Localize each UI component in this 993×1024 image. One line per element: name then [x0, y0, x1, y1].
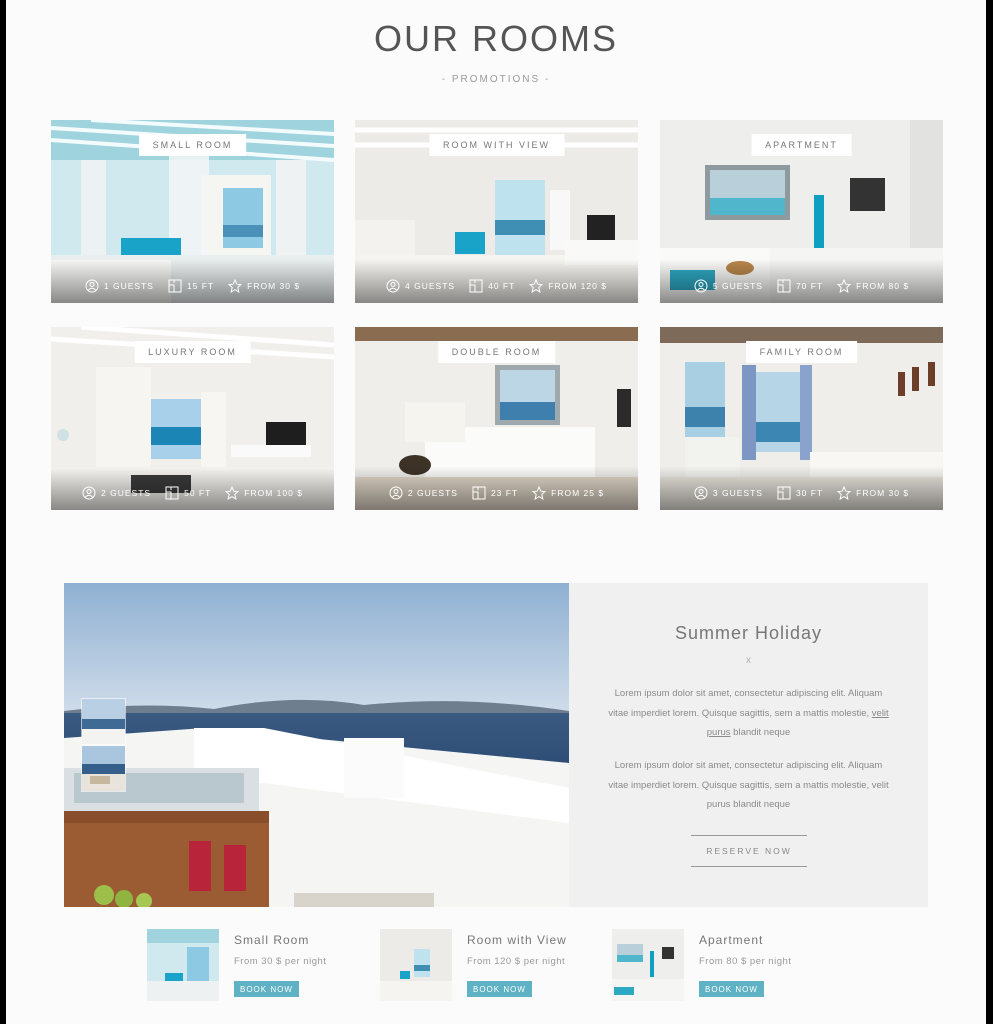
- guests-count: 3 GUESTS: [712, 488, 763, 498]
- promo-paragraph-1: Lorem ipsum dolor sit amet, consectetur …: [607, 684, 890, 743]
- room-card-room-with-view[interactable]: ROOM WITH VIEW 4 GUESTS 40 FT FROM 120 $: [355, 120, 638, 303]
- featured-room-name[interactable]: Small Room: [234, 933, 309, 947]
- guests-count: 5 GUESTS: [712, 281, 763, 291]
- user-circle-icon: [389, 486, 403, 500]
- user-circle-icon: [85, 279, 99, 293]
- room-thumbnail: [380, 929, 452, 1001]
- room-size: 23 FT: [490, 488, 519, 498]
- room-info-bar: 3 GUESTS 30 FT FROM 30 $: [660, 466, 943, 510]
- guests-count: 2 GUESTS: [101, 488, 152, 498]
- promo-panel: Summer Holiday x Lorem ipsum dolor sit a…: [569, 583, 928, 907]
- room-card-luxury-room[interactable]: LUXURY ROOM 2 GUESTS 50 FT FROM 100 $: [51, 327, 334, 510]
- star-icon: [837, 279, 852, 293]
- room-thumbnail: [147, 929, 219, 1001]
- promo-text: Lorem ipsum dolor sit amet, consectetur …: [608, 688, 883, 719]
- promo-paragraph-2: Lorem ipsum dolor sit amet, consectetur …: [608, 760, 889, 810]
- gallery-thumbnail[interactable]: [81, 745, 126, 792]
- room-size: 40 FT: [488, 281, 516, 291]
- reserve-now-button[interactable]: RESERVE NOW: [691, 835, 807, 867]
- featured-room-small-room: Small Room From 30 $ per night BOOK NOW: [147, 929, 367, 1001]
- room-card-small-room[interactable]: SMALL ROOM 1 GUESTS 15 FT FROM 30 $: [51, 120, 334, 303]
- promo-divider: x: [746, 655, 751, 666]
- guests-count: 1 GUESTS: [103, 281, 154, 291]
- floorplan-icon: [472, 486, 486, 500]
- star-icon: [837, 486, 852, 500]
- room-card-family-room[interactable]: FAMILY ROOM 3 GUESTS 30 FT FROM 30 $: [660, 327, 943, 510]
- featured-room-price: From 30 $ per night: [234, 956, 327, 967]
- featured-room-image[interactable]: [612, 929, 684, 1001]
- room-label: DOUBLE ROOM: [437, 341, 556, 363]
- floorplan-icon: [168, 279, 182, 293]
- room-info-bar: 5 GUESTS 70 FT FROM 80 $: [660, 259, 943, 303]
- room-price: FROM 80 $: [856, 281, 910, 291]
- room-info-bar: 4 GUESTS 40 FT FROM 120 $: [355, 259, 638, 303]
- book-now-button[interactable]: BOOK NOW: [467, 981, 532, 997]
- page-subtitle: - PROMOTIONS -: [441, 74, 551, 85]
- user-circle-icon: [386, 279, 400, 293]
- room-price: FROM 100 $: [244, 488, 303, 498]
- star-icon: [225, 486, 240, 500]
- room-label: FAMILY ROOM: [745, 341, 858, 363]
- floorplan-icon: [165, 486, 179, 500]
- room-price: FROM 30 $: [247, 281, 301, 291]
- room-info-bar: 2 GUESTS 50 FT FROM 100 $: [51, 466, 334, 510]
- room-label: APARTMENT: [751, 134, 852, 156]
- star-icon: [228, 279, 243, 293]
- featured-room-name[interactable]: Apartment: [699, 933, 763, 947]
- user-circle-icon: [694, 486, 708, 500]
- room-card-apartment[interactable]: APARTMENT 5 GUESTS 70 FT FROM 80 $: [660, 120, 943, 303]
- promo-text: blandit neque: [730, 727, 791, 738]
- room-size: 50 FT: [184, 488, 212, 498]
- page-title: OUR ROOMS: [373, 18, 618, 59]
- featured-room-image[interactable]: [380, 929, 452, 1001]
- floorplan-icon: [777, 486, 791, 500]
- page: OUR ROOMS - PROMOTIONS - SMALL ROOM 1 GU…: [6, 0, 986, 1024]
- room-size: 70 FT: [795, 281, 824, 291]
- featured-room-apartment: Apartment From 80 $ per night BOOK NOW: [612, 929, 832, 1001]
- featured-room-room-with-view: Room with View From 120 $ per night BOOK…: [380, 929, 600, 1001]
- featured-room-price: From 120 $ per night: [467, 956, 566, 967]
- floorplan-icon: [469, 279, 483, 293]
- room-size: 15 FT: [186, 281, 215, 291]
- star-icon: [529, 279, 544, 293]
- room-price: FROM 25 $: [551, 488, 605, 498]
- floorplan-icon: [777, 279, 791, 293]
- thumbnail-image: [82, 699, 125, 744]
- promo-title: Summer Holiday: [674, 623, 823, 643]
- room-label: ROOM WITH VIEW: [429, 134, 564, 156]
- user-circle-icon: [694, 279, 708, 293]
- room-price: FROM 120 $: [548, 281, 607, 291]
- thumbnail-image: [82, 746, 125, 791]
- room-info-bar: 2 GUESTS 23 FT FROM 25 $: [355, 466, 638, 510]
- room-thumbnail: [612, 929, 684, 1001]
- room-card-double-room[interactable]: DOUBLE ROOM 2 GUESTS 23 FT FROM 25 $: [355, 327, 638, 510]
- featured-room-name[interactable]: Room with View: [467, 933, 567, 947]
- featured-room-price: From 80 $ per night: [699, 956, 792, 967]
- gallery-thumbnail[interactable]: [81, 698, 126, 745]
- guests-count: 2 GUESTS: [407, 488, 458, 498]
- guests-count: 4 GUESTS: [405, 281, 456, 291]
- promo-image: [64, 583, 569, 907]
- room-size: 30 FT: [795, 488, 824, 498]
- sea-view-photo: [64, 583, 569, 907]
- book-now-button[interactable]: BOOK NOW: [234, 981, 299, 997]
- book-now-button[interactable]: BOOK NOW: [699, 981, 764, 997]
- room-price: FROM 30 $: [856, 488, 910, 498]
- user-circle-icon: [82, 486, 96, 500]
- room-info-bar: 1 GUESTS 15 FT FROM 30 $: [51, 259, 334, 303]
- room-label: SMALL ROOM: [138, 134, 247, 156]
- star-icon: [532, 486, 547, 500]
- room-label: LUXURY ROOM: [134, 341, 251, 363]
- featured-room-image[interactable]: [147, 929, 219, 1001]
